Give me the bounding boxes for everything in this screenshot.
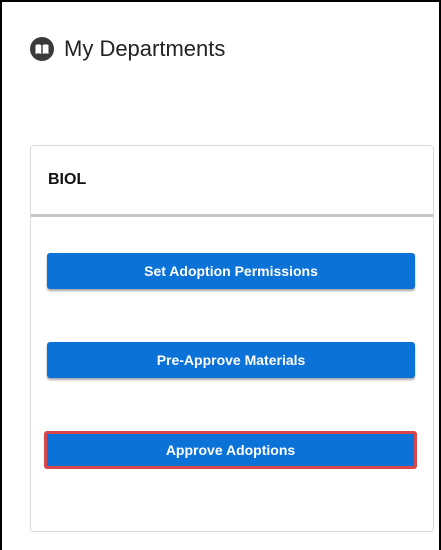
department-name: BIOL <box>48 171 87 188</box>
department-card-header: BIOL <box>31 146 433 217</box>
window-frame: My Departments BIOL Set Adoption Permiss… <box>0 0 441 550</box>
set-adoption-permissions-button[interactable]: Set Adoption Permissions <box>47 253 415 289</box>
approve-adoptions-button[interactable]: Approve Adoptions <box>44 431 417 469</box>
page-header: My Departments <box>30 35 225 63</box>
book-icon <box>30 37 54 61</box>
department-card: BIOL Set Adoption Permissions Pre-Approv… <box>30 145 434 532</box>
page-title: My Departments <box>64 36 226 61</box>
pre-approve-materials-button[interactable]: Pre-Approve Materials <box>47 342 415 378</box>
